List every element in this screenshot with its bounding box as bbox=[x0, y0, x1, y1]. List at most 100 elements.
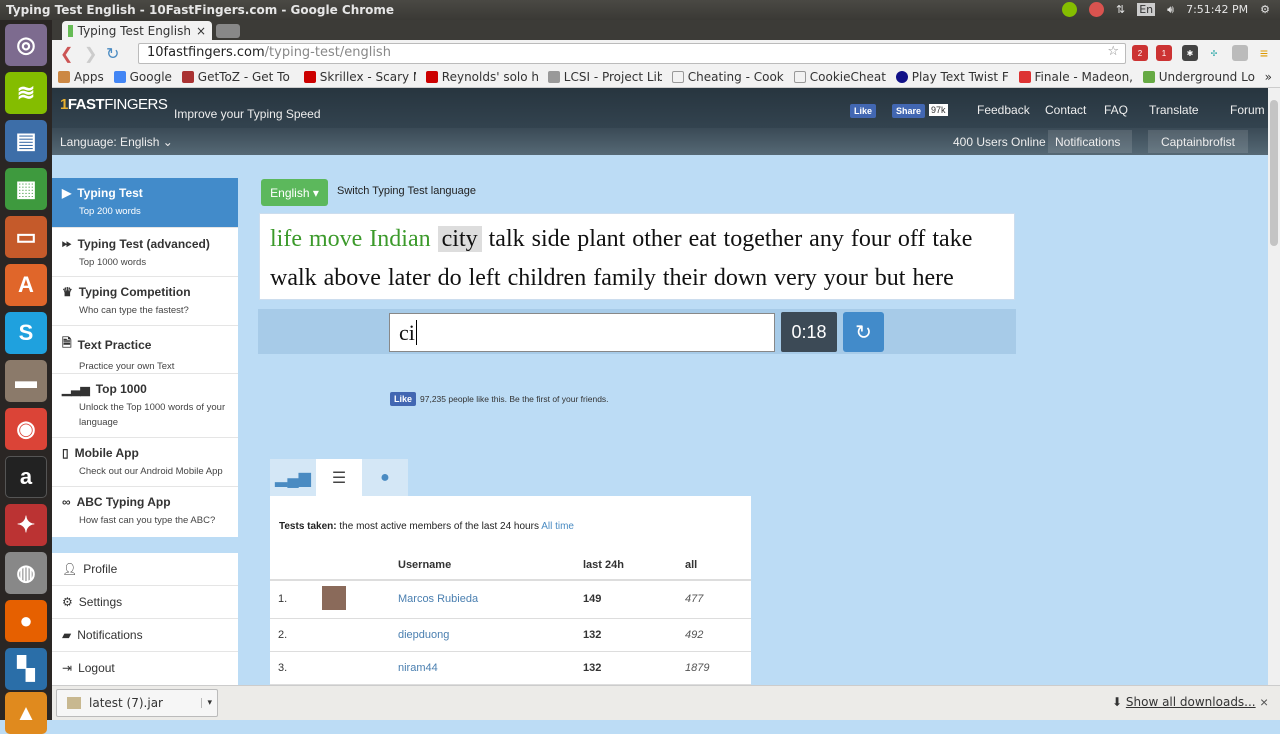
switch-language-label: Switch Typing Test language bbox=[337, 185, 477, 197]
all-time-link[interactable]: All time bbox=[541, 521, 574, 532]
bookmark-gettoz[interactable]: GetToZ - Get To Z bbox=[181, 70, 294, 84]
extension-icon[interactable]: ✣ bbox=[1206, 45, 1222, 61]
fb-like-small-button[interactable]: Like bbox=[390, 392, 417, 406]
nav-faq[interactable]: FAQ bbox=[1104, 103, 1128, 117]
notifications-button[interactable]: Notifications bbox=[1048, 130, 1132, 153]
user-icon: 👤︎ bbox=[62, 562, 78, 576]
impress-icon[interactable]: ▭ bbox=[5, 216, 47, 258]
back-icon[interactable]: ❮ bbox=[60, 44, 73, 64]
abp-icon[interactable]: 1 bbox=[1156, 45, 1172, 61]
archive-icon[interactable]: ▬ bbox=[5, 360, 47, 402]
tab-stats[interactable]: ▂▄▆ bbox=[270, 459, 316, 496]
sidebar-item-abc-app[interactable]: ∞ ABC Typing App How fast can you type the… bbox=[52, 487, 238, 537]
firefox-icon[interactable]: ● bbox=[5, 600, 47, 642]
sidebar-item-top1000[interactable]: ▁▃▅ Top 1000 Unlock the Top 1000 words of … bbox=[52, 374, 238, 438]
lastpass-icon[interactable]: ✱ bbox=[1182, 45, 1198, 61]
sidebar-item-advanced[interactable]: ⏩︎ Typing Test (advanced) Top 1000 words bbox=[52, 228, 238, 277]
table-row: 1. Marcos Rubieda 149 477 bbox=[270, 580, 751, 619]
star-icon[interactable]: ☆ bbox=[1107, 44, 1119, 59]
language-select-button[interactable]: English ▾ bbox=[261, 179, 328, 206]
workspace-icon[interactable]: ▚ bbox=[5, 648, 47, 690]
spotify-icon[interactable] bbox=[1062, 2, 1078, 17]
ranking-caption: Tests taken: the most active members of … bbox=[279, 521, 574, 532]
nav-contact[interactable]: Contact bbox=[1045, 103, 1086, 117]
chrome-icon[interactable]: ◉ bbox=[5, 408, 47, 450]
sidebar-item-typing-test[interactable]: ▶ Typing Test Top 200 words bbox=[52, 178, 238, 228]
network-icon[interactable]: ⇅ bbox=[1116, 3, 1125, 16]
power-icon[interactable]: ⚙ bbox=[1260, 3, 1270, 16]
new-tab-button[interactable] bbox=[216, 24, 240, 38]
reload-page-icon[interactable]: ↻ bbox=[106, 44, 119, 64]
trophy-icon: ♛ bbox=[62, 285, 73, 299]
block-icon[interactable] bbox=[1089, 2, 1105, 17]
close-tab-icon[interactable]: × bbox=[196, 24, 206, 38]
bookmark-apps[interactable]: Apps bbox=[58, 70, 104, 84]
calc-icon[interactable]: ▦ bbox=[5, 168, 47, 210]
bookmark-reynolds[interactable]: Reynolds' solo h bbox=[425, 70, 538, 84]
restart-button[interactable]: ↻ bbox=[843, 312, 884, 352]
more-bookmarks[interactable]: » bbox=[1265, 70, 1272, 84]
amazon-icon[interactable]: a bbox=[5, 456, 47, 498]
sidebar-item-mobile-app[interactable]: ▯ Mobile App Check out our Android Mobile … bbox=[52, 438, 238, 487]
settings-tool-icon[interactable]: ✦ bbox=[5, 504, 47, 546]
menu-profile[interactable]: 👤︎ Profile bbox=[52, 553, 238, 586]
nav-translate[interactable]: Translate bbox=[1149, 103, 1199, 117]
keyboard-indicator[interactable]: En bbox=[1137, 3, 1156, 16]
menu-notifications[interactable]: ▰ Notifications bbox=[52, 619, 238, 652]
user-menu-button[interactable]: Captainbrofist bbox=[1148, 130, 1248, 153]
typing-input[interactable]: ci bbox=[389, 313, 775, 352]
fb-like-button[interactable]: Like bbox=[850, 104, 877, 118]
menu-settings[interactable]: ⚙ Settings bbox=[52, 586, 238, 619]
window-icon[interactable] bbox=[1232, 45, 1248, 61]
skype-icon[interactable]: S bbox=[5, 312, 47, 354]
volume-icon[interactable]: 🔊︎ bbox=[1167, 3, 1174, 17]
download-item[interactable]: latest (7).jar ▾ bbox=[56, 689, 218, 717]
sidebar-item-competition[interactable]: ♛ Typing Competition Who can type the fast… bbox=[52, 277, 238, 326]
adblock-icon[interactable]: 2 bbox=[1132, 45, 1148, 61]
comment-icon: ▰ bbox=[62, 628, 72, 642]
bookmark-skrillex[interactable]: Skrillex - Scary M bbox=[303, 70, 416, 84]
close-downloads-icon[interactable]: × bbox=[1260, 694, 1268, 710]
forward-icon[interactable]: ❯ bbox=[84, 44, 97, 64]
page-scrollbar[interactable] bbox=[1268, 88, 1280, 685]
menu-icon[interactable]: ≡ bbox=[1256, 45, 1272, 61]
software-center-icon[interactable]: A bbox=[5, 264, 47, 306]
menu-logout[interactable]: ⇥ Logout bbox=[52, 652, 238, 685]
username-link[interactable]: Marcos Rubieda bbox=[398, 580, 583, 619]
address-bar[interactable]: 10fastfingers.com/typing-test/english ☆ bbox=[138, 43, 1126, 64]
writer-icon[interactable]: ▤ bbox=[5, 120, 47, 162]
upcoming-words: walk above later do left children family… bbox=[270, 265, 954, 291]
system-tray: ⇅ En 🔊︎ 7:51:42 PM ⚙ bbox=[1062, 2, 1270, 17]
username-link[interactable]: niram44 bbox=[398, 651, 583, 685]
clock[interactable]: 7:51:42 PM bbox=[1186, 3, 1248, 16]
chevron-down-icon: ⌄ bbox=[162, 135, 173, 149]
avatar bbox=[322, 585, 346, 610]
apps-icon bbox=[58, 70, 70, 83]
bookmark-cookiecheat[interactable]: CookieCheat bbox=[793, 70, 886, 84]
bookmark-finale[interactable]: Finale - Madeon, bbox=[1018, 70, 1133, 84]
language-dropdown[interactable]: Language: English ⌄ bbox=[60, 135, 173, 149]
bookmark-google[interactable]: Google bbox=[113, 70, 172, 84]
username-link[interactable]: diepduong bbox=[398, 618, 583, 652]
ranking-panel: Tests taken: the most active members of … bbox=[270, 496, 751, 685]
tab-strip: Typing Test English × bbox=[52, 20, 1280, 40]
tab-ranking[interactable]: ☰ bbox=[316, 459, 362, 496]
nav-forum[interactable]: Forum bbox=[1230, 103, 1265, 117]
sidebar-item-text-practice[interactable]: 🗎︎ Text Practice Practice your own Text bbox=[52, 326, 238, 374]
cd-burner-icon[interactable]: ▲ bbox=[5, 692, 47, 734]
ubuntu-icon[interactable]: ◎ bbox=[5, 24, 47, 66]
fb-share-button[interactable]: Share bbox=[892, 104, 926, 118]
browser-tab[interactable]: Typing Test English × bbox=[62, 21, 212, 40]
bookmark-lcsi[interactable]: LCSI - Project Lib bbox=[547, 70, 662, 84]
url-path: /typing-test/english bbox=[264, 45, 391, 60]
nav-feedback[interactable]: Feedback bbox=[977, 103, 1030, 117]
bookmark-texttwist[interactable]: Play Text Twist F bbox=[895, 70, 1009, 84]
tab-world[interactable]: ● bbox=[362, 459, 408, 496]
bookmark-underground[interactable]: Underground Lo bbox=[1142, 70, 1255, 84]
show-all-downloads[interactable]: ⬇ Show all downloads... bbox=[1112, 695, 1256, 709]
downloads-bar: latest (7).jar ▾ ⬇ Show all downloads... … bbox=[52, 685, 1280, 720]
logo[interactable]: 1FASTFINGERS bbox=[60, 96, 168, 113]
spotify-app-icon[interactable]: ≋ bbox=[5, 72, 47, 114]
bookmark-cheating[interactable]: Cheating - Cooki bbox=[671, 70, 784, 84]
obs-icon[interactable]: ◍ bbox=[5, 552, 47, 594]
